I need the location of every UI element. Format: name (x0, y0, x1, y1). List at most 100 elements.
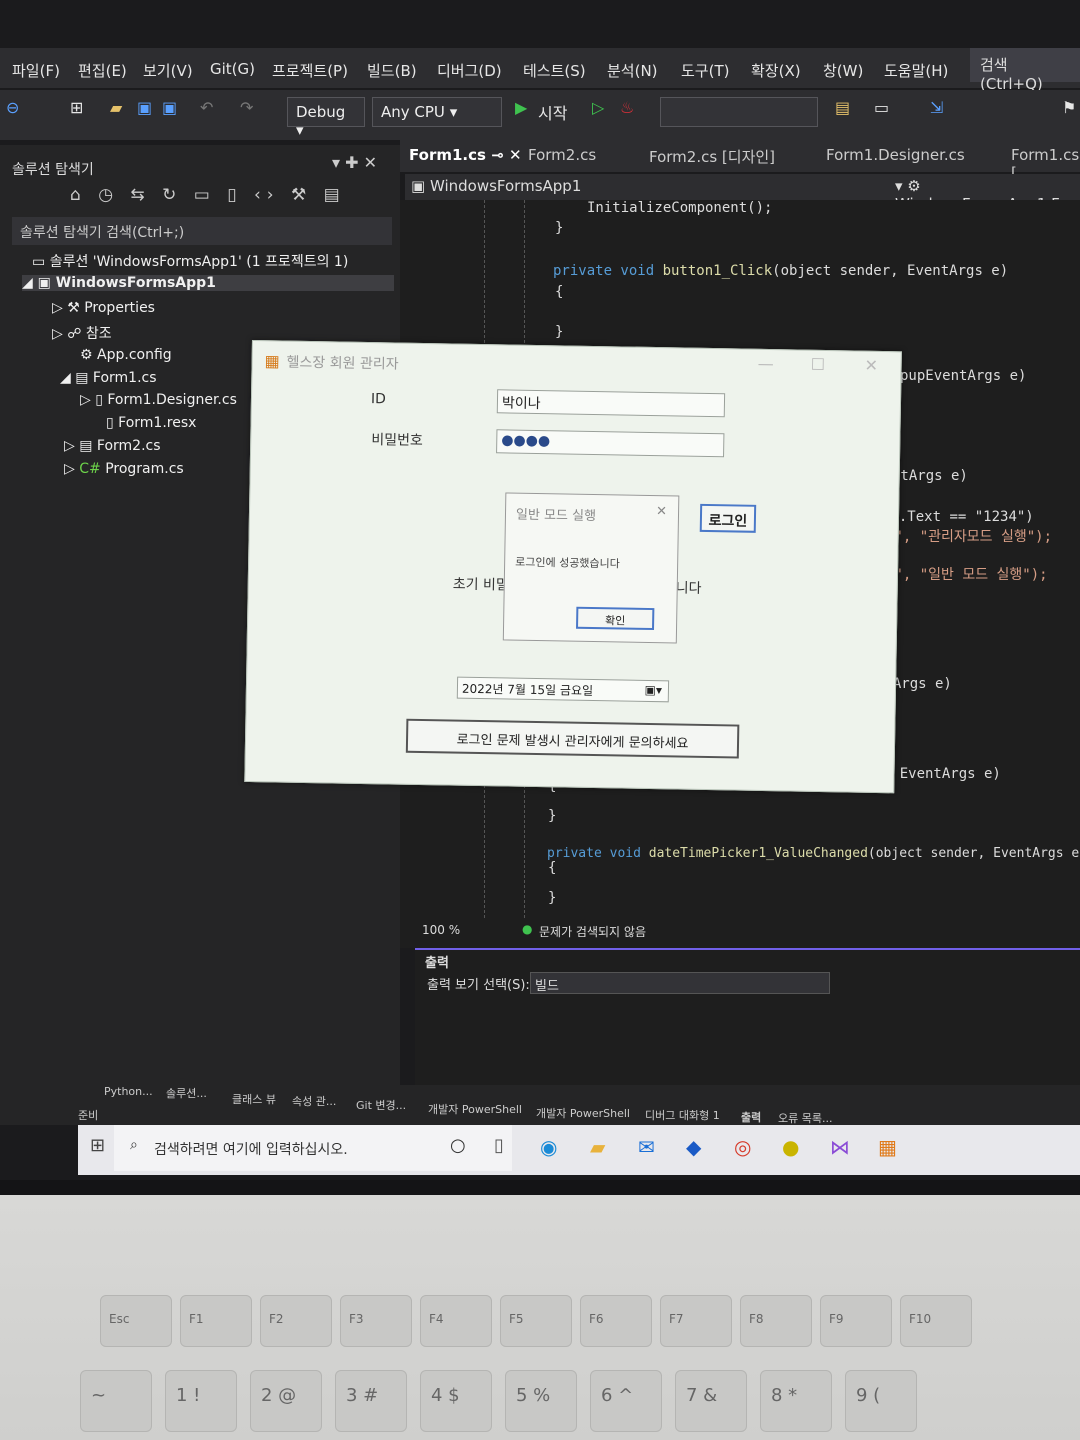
winforms-app-icon[interactable]: ▦ (878, 1135, 897, 1159)
menu-build[interactable]: 빌드(B) (367, 60, 417, 81)
key-f7[interactable]: F7 (660, 1295, 732, 1347)
menu-debug[interactable]: 디버그(D) (437, 60, 502, 81)
store-icon[interactable]: ◆ (686, 1135, 701, 1159)
maximize-icon[interactable]: ☐ (810, 355, 825, 374)
tab-output[interactable]: 출력 (741, 1109, 761, 1125)
start-icon[interactable]: ▶ (515, 98, 527, 117)
hot-reload-icon[interactable]: ♨ (620, 98, 634, 117)
output-source-select[interactable]: 빌드 (530, 972, 830, 994)
windows-start-icon[interactable]: ⊞ (90, 1135, 105, 1156)
tab-dev-powershell-2[interactable]: 개발자 PowerShell (536, 1105, 630, 1121)
key-f4[interactable]: F4 (420, 1295, 492, 1347)
tab-solution[interactable]: 솔루션... (166, 1085, 207, 1101)
tree-form1[interactable]: ◢ ▤ Form1.cs (60, 370, 157, 386)
contact-admin-button[interactable]: 로그인 문제 발생시 관리자에게 문의하세요 (405, 718, 740, 759)
tab-form1-designer[interactable]: Form1.Designer.cs (826, 146, 965, 164)
menu-file[interactable]: 파일(F) (12, 60, 60, 81)
widgets-icon[interactable]: ▯ (494, 1135, 504, 1156)
tree-properties[interactable]: ▷ ⚒ Properties (52, 300, 155, 316)
visual-studio-icon[interactable]: ⋈ (830, 1135, 850, 1159)
tab-properties[interactable]: 속성 관... (292, 1093, 336, 1109)
key-9[interactable]: 9 ( (845, 1370, 917, 1432)
key-f3[interactable]: F3 (340, 1295, 412, 1347)
calendar-icon[interactable]: ▣▾ (644, 683, 662, 697)
key-1[interactable]: 1 ! (165, 1370, 237, 1432)
key-2[interactable]: 2 @ (250, 1370, 322, 1432)
tab-form1-cs[interactable]: Form1.cs ⊸ ✕ (409, 146, 522, 164)
close-icon[interactable]: ✕ (656, 504, 667, 519)
key-f5[interactable]: F5 (500, 1295, 572, 1347)
config-select[interactable]: Debug ▾ (287, 97, 365, 139)
tree-form1-resx[interactable]: ▯ Form1.resx (106, 415, 196, 431)
open-folder-icon[interactable]: ▰ (110, 98, 122, 117)
menu-extensions[interactable]: 확장(X) (751, 60, 801, 81)
tab-dev-powershell-1[interactable]: 개발자 PowerShell (428, 1101, 522, 1117)
key-5[interactable]: 5 % (505, 1370, 577, 1432)
tree-form2[interactable]: ▷ ▤ Form2.cs (64, 438, 161, 454)
id-input[interactable]: 박이나 (496, 389, 726, 418)
menu-test[interactable]: 테스트(S) (523, 60, 586, 81)
layout-icon[interactable]: ▭ (874, 98, 889, 117)
redo-icon[interactable]: ↷ (240, 98, 253, 117)
menu-tools[interactable]: 도구(T) (681, 60, 729, 81)
key-8[interactable]: 8 * (760, 1370, 832, 1432)
target-select[interactable] (660, 97, 818, 127)
menu-edit[interactable]: 편집(E) (78, 60, 127, 81)
pin-icon[interactable]: ⊸ (491, 146, 504, 164)
start-without-debug-icon[interactable]: ▷ (592, 98, 604, 117)
new-project-icon[interactable]: ⊞ (70, 98, 83, 117)
tab-python[interactable]: Python... (104, 1085, 153, 1098)
login-button[interactable]: 로그인 (699, 503, 757, 533)
save-all-icon[interactable]: ▣ (162, 98, 177, 117)
chrome-icon[interactable]: ◎ (734, 1135, 751, 1159)
key-f9[interactable]: F9 (820, 1295, 892, 1347)
explorer-toolbar[interactable]: ⌂ ◷ ⇆ ↻ ▭ ▯ ‹› ⚒ ▤ (70, 185, 346, 205)
tree-program[interactable]: ▷ C# Program.cs (64, 461, 184, 477)
password-input[interactable]: ●●●● (496, 429, 725, 458)
close-icon[interactable]: ✕ (509, 146, 522, 164)
issues-status[interactable]: 문제가 검색되지 않음 (539, 923, 646, 940)
start-button[interactable]: 시작 (538, 100, 567, 124)
kakaotalk-icon[interactable]: ● (782, 1135, 799, 1159)
menu-git[interactable]: Git(G) (210, 60, 255, 78)
project-nav-dropdown[interactable]: ▣ WindowsFormsApp1 (411, 177, 581, 195)
back-icon[interactable]: ⊖ (6, 98, 19, 117)
key-tilde[interactable]: ~ (80, 1370, 152, 1432)
pin-icon[interactable]: ▾ ✚ ✕ (332, 153, 377, 172)
step-icon[interactable]: ⇲ (930, 98, 943, 117)
key-3[interactable]: 3 # (335, 1370, 407, 1432)
key-f2[interactable]: F2 (260, 1295, 332, 1347)
browse-icon[interactable]: ▤ (835, 98, 850, 117)
quick-search[interactable]: 검색 (Ctrl+Q) (970, 48, 1080, 93)
key-f1[interactable]: F1 (180, 1295, 252, 1347)
key-7[interactable]: 7 & (675, 1370, 747, 1432)
key-f10[interactable]: F10 (900, 1295, 972, 1347)
tree-references[interactable]: ▷ ☍ 참조 (52, 323, 112, 343)
tree-form1-designer[interactable]: ▷ ▯ Form1.Designer.cs (80, 392, 237, 408)
tab-form2-design[interactable]: Form2.cs [디자인] (649, 146, 775, 167)
menu-project[interactable]: 프로젝트(P) (272, 60, 348, 81)
solution-search-input[interactable]: 솔루션 탐색기 검색(Ctrl+;) (12, 217, 392, 245)
edge-icon[interactable]: ◉ (540, 1135, 557, 1159)
menu-analyze[interactable]: 분석(N) (607, 60, 658, 81)
file-explorer-icon[interactable]: ▰ (590, 1135, 605, 1159)
bookmark-icon[interactable]: ⚑ (1062, 98, 1076, 117)
tree-project[interactable]: ◢ ▣ WindowsFormsApp1 (22, 275, 394, 291)
key-4[interactable]: 4 $ (420, 1370, 492, 1432)
platform-select[interactable]: Any CPU ▾ (372, 97, 502, 127)
tab-git-changes[interactable]: Git 변경... (356, 1097, 406, 1113)
mail-icon[interactable]: ✉ (638, 1135, 655, 1159)
zoom-level[interactable]: 100 % (422, 923, 460, 937)
date-picker[interactable]: 2022년 7월 15일 금요일 ▣▾ (456, 676, 670, 703)
key-esc[interactable]: Esc (100, 1295, 172, 1347)
menu-help[interactable]: 도움말(H) (884, 60, 948, 81)
menu-view[interactable]: 보기(V) (143, 60, 193, 81)
tab-debug-interactive[interactable]: 디버그 대화형 1 (645, 1107, 720, 1123)
tree-solution[interactable]: ▭ 솔루션 'WindowsFormsApp1' (1 프로젝트의 1) (32, 251, 348, 271)
key-f6[interactable]: F6 (580, 1295, 652, 1347)
tab-form2-cs[interactable]: Form2.cs (528, 146, 596, 164)
close-icon[interactable]: ✕ (864, 356, 878, 375)
key-f8[interactable]: F8 (740, 1295, 812, 1347)
minimize-icon[interactable]: — (758, 354, 774, 373)
tree-app-config[interactable]: ⚙ App.config (80, 347, 172, 363)
